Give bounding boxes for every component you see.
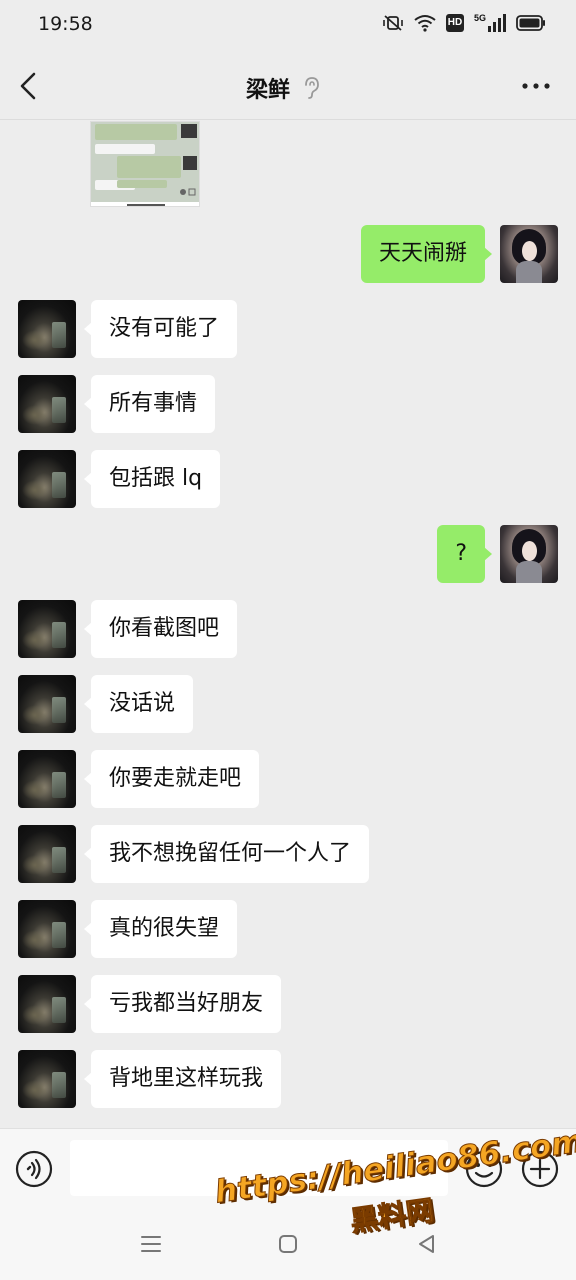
avatar-contact[interactable] <box>18 825 76 883</box>
message-row-incoming: 没有可能了 <box>0 300 576 358</box>
message-bubble-outgoing[interactable]: 天天闹掰 <box>360 225 493 283</box>
message-bubble-outgoing[interactable]: ? <box>437 525 492 583</box>
emoji-icon[interactable] <box>464 1149 504 1189</box>
hd-icon: HD <box>445 14 464 32</box>
avatar-contact[interactable] <box>18 300 76 358</box>
message-row-incoming: 你看截图吧 <box>0 600 576 658</box>
avatar-contact[interactable] <box>18 675 76 733</box>
avatar-self[interactable] <box>500 525 558 583</box>
menu-icon[interactable] <box>140 1234 162 1254</box>
status-icons: HD 5G <box>382 14 546 32</box>
message-bubble-incoming[interactable]: 真的很失望 <box>83 900 238 958</box>
avatar-contact[interactable] <box>18 1050 76 1108</box>
message-row-outgoing: ? <box>0 525 576 583</box>
message-bubble-incoming[interactable]: 你要走就走吧 <box>83 750 260 808</box>
more-icon[interactable] <box>520 76 552 96</box>
ear-icon <box>305 77 319 99</box>
message-bubble-incoming[interactable]: 没有可能了 <box>83 300 238 358</box>
message-row-incoming: 没话说 <box>0 675 576 733</box>
plus-icon[interactable] <box>520 1149 560 1189</box>
message-bubble-incoming[interactable]: 你看截图吧 <box>83 600 238 658</box>
message-row-incoming: 我不想挽留任何一个人了 <box>0 825 576 883</box>
message-bubble-incoming[interactable]: 背地里这样玩我 <box>83 1050 282 1108</box>
message-row-incoming: 所有事情 <box>0 375 576 433</box>
avatar-self[interactable] <box>500 225 558 283</box>
chat-header: 梁鲜 <box>0 52 576 120</box>
avatar-contact[interactable] <box>18 450 76 508</box>
message-bubble-incoming[interactable]: 亏我都当好朋友 <box>83 975 282 1033</box>
chat-title: 梁鲜 <box>246 78 291 103</box>
network-type-label: 5G <box>473 13 486 23</box>
message-row-incoming: 包括跟 lq <box>0 450 576 508</box>
screenshot-thumbnail-image <box>91 122 199 206</box>
wifi-icon <box>414 15 436 32</box>
status-bar: 19:58 HD 5G <box>0 0 576 52</box>
message-list[interactable]: 天天闹掰 没有可能了 所有事情 包括跟 lq ? 你看截图吧 没话说 你要走就走… <box>0 121 576 1128</box>
message-row-incoming: 背地里这样玩我 <box>0 1050 576 1108</box>
message-row-incoming: 你要走就走吧 <box>0 750 576 808</box>
avatar-contact[interactable] <box>18 375 76 433</box>
input-bar <box>0 1128 576 1208</box>
message-row-incoming: 亏我都当好朋友 <box>0 975 576 1033</box>
5g-signal-icon: 5G <box>474 14 506 32</box>
home-icon[interactable] <box>278 1234 298 1254</box>
back-triangle-icon[interactable] <box>416 1233 436 1255</box>
avatar-contact[interactable] <box>18 750 76 808</box>
avatar-contact[interactable] <box>18 600 76 658</box>
message-input[interactable] <box>70 1140 448 1196</box>
message-bubble-incoming[interactable]: 包括跟 lq <box>83 450 221 508</box>
battery-icon <box>516 15 545 31</box>
message-bubble-incoming[interactable]: 我不想挽留任何一个人了 <box>83 825 370 883</box>
avatar-contact[interactable] <box>18 975 76 1033</box>
avatar-contact[interactable] <box>18 900 76 958</box>
status-time: 19:58 <box>38 13 93 35</box>
voice-icon[interactable] <box>14 1149 54 1189</box>
system-nav-bar <box>0 1208 576 1280</box>
message-row-outgoing: 天天闹掰 <box>0 225 576 283</box>
message-bubble-incoming[interactable]: 没话说 <box>83 675 194 733</box>
screenshot-image-message[interactable] <box>90 121 200 207</box>
message-row-incoming: 真的很失望 <box>0 900 576 958</box>
title-group: 梁鲜 <box>246 72 320 104</box>
message-bubble-incoming[interactable]: 所有事情 <box>83 375 216 433</box>
vibrate-mute-icon <box>383 15 403 31</box>
back-icon[interactable] <box>14 68 44 104</box>
